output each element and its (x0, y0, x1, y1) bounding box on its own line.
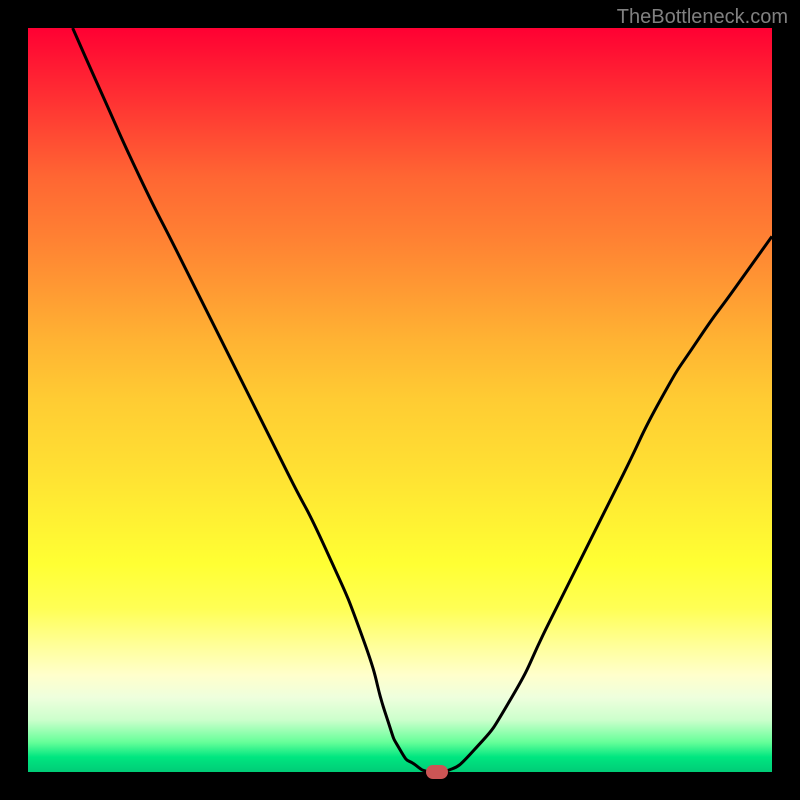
chart-area (28, 28, 772, 772)
curve-svg (28, 28, 772, 772)
bottleneck-curve (73, 28, 772, 772)
optimal-point-marker (426, 765, 448, 779)
watermark-text: TheBottleneck.com (617, 6, 788, 29)
